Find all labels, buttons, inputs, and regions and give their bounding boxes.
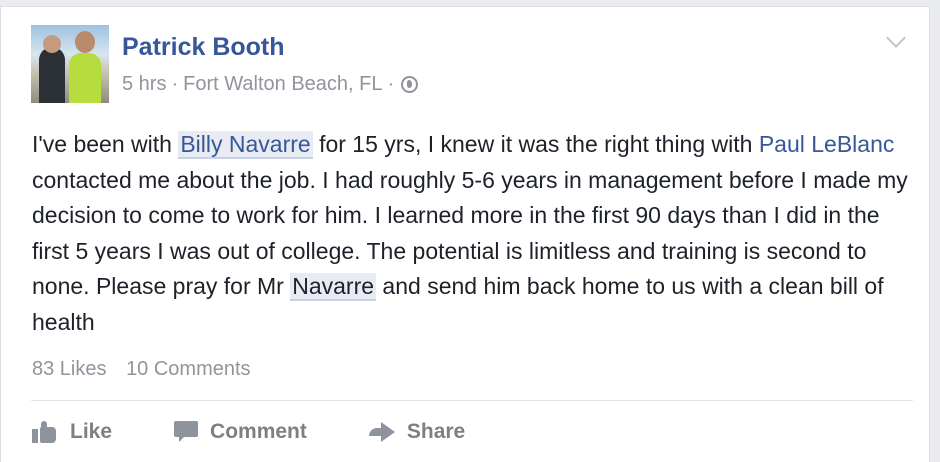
speech-bubble-icon — [174, 421, 199, 443]
mention-billy-navarre[interactable]: Billy Navarre — [178, 131, 313, 159]
comments-count[interactable]: 10 Comments — [126, 358, 251, 380]
post-text-segment: I've been with — [32, 131, 179, 157]
meta-separator: · — [171, 73, 179, 95]
action-bar: Like Comment Share — [32, 417, 527, 447]
divider — [31, 400, 913, 401]
share-label: Share — [406, 420, 466, 443]
author-avatar[interactable] — [31, 25, 109, 103]
likes-count[interactable]: 83 Likes — [32, 358, 107, 380]
mention-paul-leblanc[interactable]: Paul LeBlanc — [759, 131, 895, 157]
post-text-segment: for 15 yrs, I knew it was the right thin… — [312, 131, 759, 157]
post-card: Patrick Booth 5 hrs · Fort Walton Beach,… — [0, 6, 930, 462]
reaction-counts: 83 Likes 10 Comments — [32, 358, 265, 381]
thumbs-up-icon — [32, 421, 58, 443]
post-text: I've been with Billy Navarre for 15 yrs,… — [32, 127, 917, 340]
author-name[interactable]: Patrick Booth — [122, 33, 285, 62]
globe-icon[interactable] — [401, 76, 419, 93]
like-label: Like — [70, 420, 113, 443]
chevron-down-icon[interactable] — [886, 28, 906, 48]
comment-button[interactable]: Comment — [174, 420, 307, 444]
mention-navarre[interactable]: Navarre — [290, 273, 377, 301]
share-arrow-icon — [368, 422, 395, 442]
post-time[interactable]: 5 hrs — [122, 73, 166, 96]
post-location[interactable]: Fort Walton Beach, FL — [183, 73, 382, 96]
comment-label: Comment — [210, 420, 307, 443]
meta-separator: · — [387, 73, 395, 95]
post-meta: 5 hrs · Fort Walton Beach, FL · — [122, 73, 419, 96]
like-button[interactable]: Like — [32, 420, 112, 444]
share-button[interactable]: Share — [368, 420, 466, 444]
